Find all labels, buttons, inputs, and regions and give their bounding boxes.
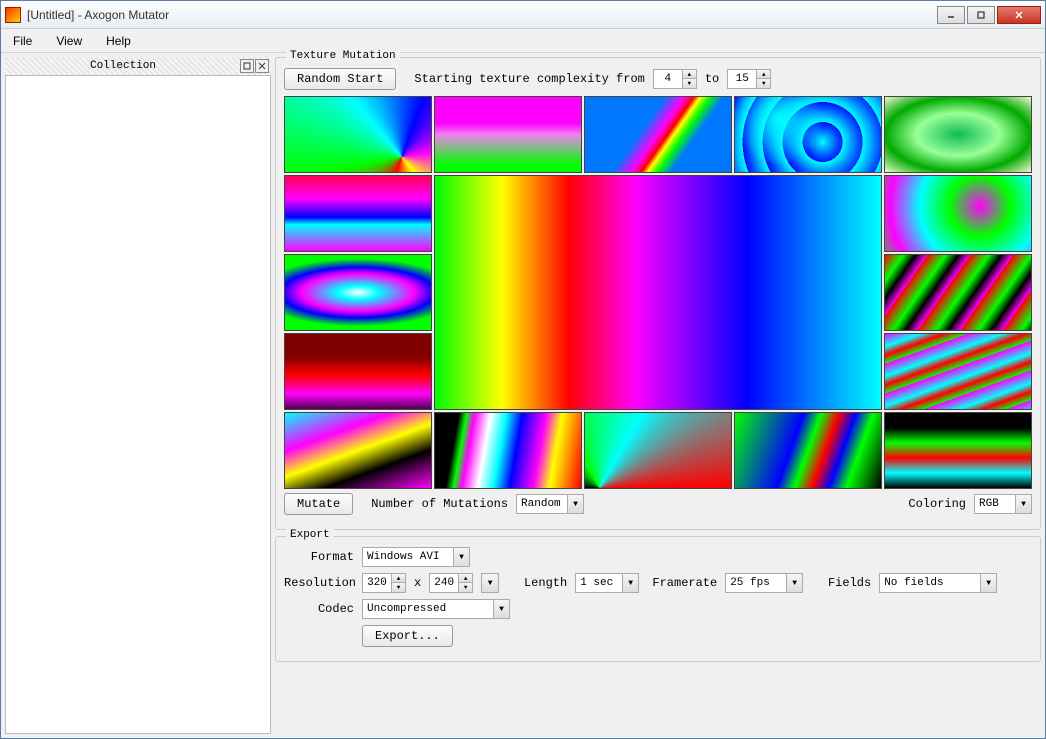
panel-close-button[interactable]	[255, 59, 269, 73]
num-mutations-value[interactable]	[517, 498, 567, 510]
texture-thumb[interactable]	[884, 412, 1032, 489]
close-button[interactable]	[997, 6, 1041, 24]
codec-combo[interactable]: ▼	[362, 599, 510, 619]
window-buttons	[937, 6, 1041, 24]
body: Collection Texture Mutation Random Start…	[1, 53, 1045, 738]
complexity-to-input[interactable]	[728, 73, 756, 85]
texture-thumb[interactable]	[584, 96, 732, 173]
res-width-input[interactable]	[363, 577, 391, 589]
chevron-down-icon[interactable]: ▼	[453, 548, 469, 566]
texture-thumb[interactable]	[584, 412, 732, 489]
texture-thumb[interactable]	[734, 412, 882, 489]
coloring-value[interactable]	[975, 498, 1015, 510]
texture-thumb[interactable]	[284, 412, 432, 489]
res-preset-combo[interactable]: ▼	[481, 573, 499, 593]
menu-help[interactable]: Help	[102, 32, 135, 50]
app-window: [Untitled] - Axogon Mutator File View He…	[0, 0, 1046, 739]
format-label: Format	[284, 550, 354, 564]
chevron-down-icon[interactable]: ▼	[980, 574, 996, 592]
chevron-down-icon[interactable]: ▼	[622, 574, 638, 592]
chevron-down-icon[interactable]: ▼	[482, 574, 498, 592]
menu-view[interactable]: View	[52, 32, 86, 50]
spin-up-icon[interactable]: ▲	[391, 574, 405, 583]
spin-up-icon[interactable]: ▲	[458, 574, 472, 583]
texture-thumb[interactable]	[434, 412, 582, 489]
spin-down-icon[interactable]: ▼	[756, 79, 770, 88]
fields-label: Fields	[811, 576, 871, 590]
texture-thumb[interactable]	[434, 96, 582, 173]
chevron-down-icon[interactable]: ▼	[567, 495, 583, 513]
collection-title: Collection	[7, 60, 239, 72]
texture-center-preview[interactable]	[434, 175, 882, 410]
framerate-value[interactable]	[726, 577, 786, 589]
framerate-combo[interactable]: ▼	[725, 573, 803, 593]
texture-thumb[interactable]	[884, 96, 1032, 173]
random-start-button[interactable]: Random Start	[284, 68, 396, 90]
texture-thumb[interactable]	[284, 254, 432, 331]
complexity-from-input[interactable]	[654, 73, 682, 85]
window-title: [Untitled] - Axogon Mutator	[27, 8, 937, 22]
panel-float-button[interactable]	[240, 59, 254, 73]
spin-up-icon[interactable]: ▲	[756, 70, 770, 79]
framerate-label: Framerate	[647, 576, 717, 590]
texture-thumb[interactable]	[734, 96, 882, 173]
chevron-down-icon[interactable]: ▼	[786, 574, 802, 592]
collection-list[interactable]	[5, 75, 271, 734]
length-combo[interactable]: ▼	[575, 573, 639, 593]
spin-down-icon[interactable]: ▼	[682, 79, 696, 88]
texture-thumb[interactable]	[884, 333, 1032, 410]
length-value[interactable]	[576, 577, 622, 589]
titlebar: [Untitled] - Axogon Mutator	[1, 1, 1045, 29]
minimize-button[interactable]	[937, 6, 965, 24]
sidebar: Collection	[5, 57, 271, 734]
codec-value[interactable]	[363, 603, 493, 615]
res-x-label: x	[414, 576, 421, 590]
texture-thumb[interactable]	[284, 333, 432, 410]
chevron-down-icon[interactable]: ▼	[1015, 495, 1031, 513]
num-mutations-label: Number of Mutations	[371, 497, 508, 511]
maximize-button[interactable]	[967, 6, 995, 24]
complexity-to-label: to	[705, 72, 719, 86]
coloring-label: Coloring	[908, 497, 966, 511]
codec-label: Codec	[284, 602, 354, 616]
spin-down-icon[interactable]: ▼	[458, 583, 472, 592]
export-button[interactable]: Export...	[362, 625, 453, 647]
mutate-button[interactable]: Mutate	[284, 493, 353, 515]
format-combo[interactable]: ▼	[362, 547, 470, 567]
texture-thumb[interactable]	[284, 96, 432, 173]
spin-up-icon[interactable]: ▲	[682, 70, 696, 79]
res-height-spinner[interactable]: ▲▼	[429, 573, 473, 593]
texture-thumb[interactable]	[884, 175, 1032, 252]
coloring-combo[interactable]: ▼	[974, 494, 1032, 514]
fields-value[interactable]	[880, 577, 980, 589]
length-label: Length	[507, 576, 567, 590]
spin-down-icon[interactable]: ▼	[391, 583, 405, 592]
export-group: Export Format ▼ Resolution ▲▼ x	[275, 536, 1041, 662]
app-icon	[5, 7, 21, 23]
res-height-input[interactable]	[430, 577, 458, 589]
texture-mutation-group: Texture Mutation Random Start Starting t…	[275, 57, 1041, 530]
complexity-label: Starting texture complexity from	[414, 72, 644, 86]
collection-header[interactable]: Collection	[5, 57, 271, 75]
export-title: Export	[286, 529, 334, 541]
main: Texture Mutation Random Start Starting t…	[275, 57, 1041, 734]
format-value[interactable]	[363, 551, 453, 563]
res-width-spinner[interactable]: ▲▼	[362, 573, 406, 593]
resolution-label: Resolution	[284, 576, 354, 590]
thumbnail-grid	[284, 96, 1032, 489]
complexity-to-spinner[interactable]: ▲▼	[727, 69, 771, 89]
num-mutations-combo[interactable]: ▼	[516, 494, 584, 514]
texture-thumb[interactable]	[884, 254, 1032, 331]
fields-combo[interactable]: ▼	[879, 573, 997, 593]
texture-mutation-title: Texture Mutation	[286, 50, 400, 62]
texture-thumb[interactable]	[284, 175, 432, 252]
menubar: File View Help	[1, 29, 1045, 53]
chevron-down-icon[interactable]: ▼	[493, 600, 509, 618]
complexity-from-spinner[interactable]: ▲▼	[653, 69, 697, 89]
menu-file[interactable]: File	[9, 32, 36, 50]
